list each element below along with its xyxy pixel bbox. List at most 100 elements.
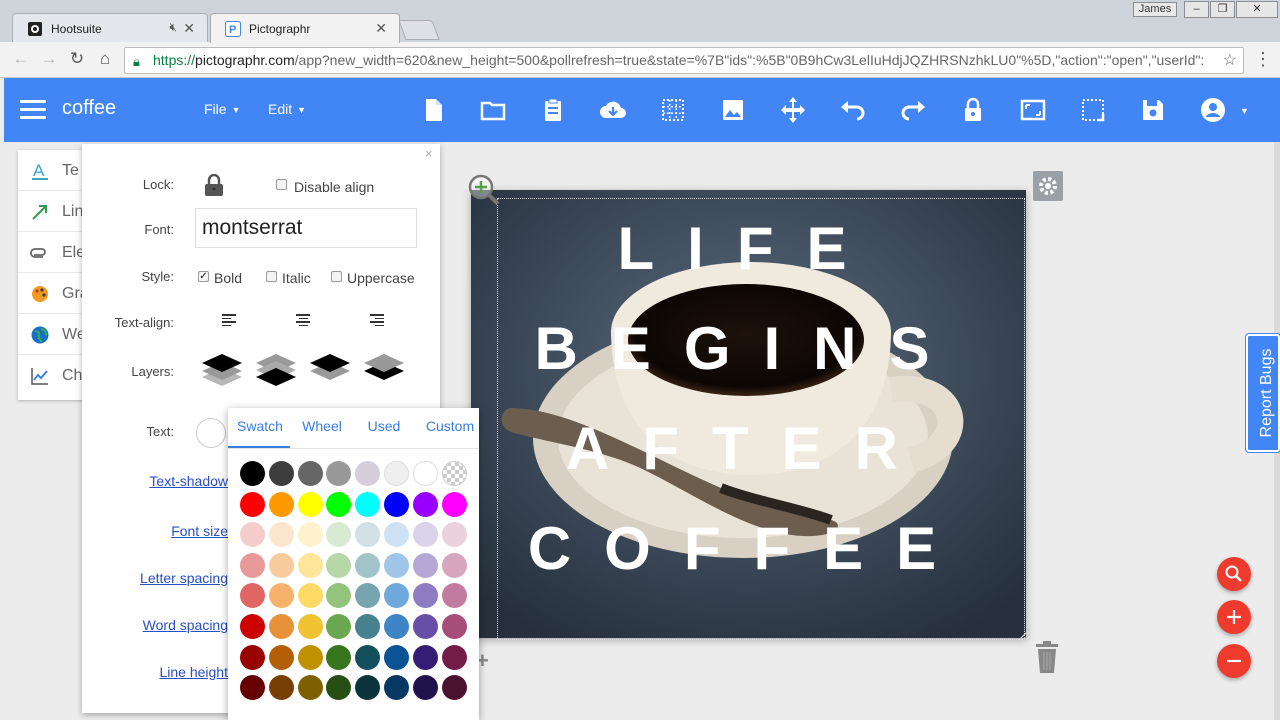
color-swatch[interactable] [326, 491, 352, 517]
disable-align-checkbox[interactable] [276, 179, 287, 190]
word-spacing-link[interactable]: Word spacing [143, 617, 228, 633]
tab-used[interactable]: Used [360, 418, 408, 434]
minimize-button[interactable]: ‒ [1184, 1, 1209, 18]
color-swatch[interactable] [268, 491, 294, 517]
color-swatch[interactable] [355, 583, 381, 609]
canvas-text-line[interactable]: COFFEE [471, 514, 1026, 583]
color-swatch[interactable] [297, 675, 323, 701]
lock-icon[interactable] [957, 94, 989, 126]
document-title[interactable]: coffee [62, 97, 116, 120]
window-close-button[interactable]: ✕ [1236, 1, 1278, 18]
account-caret-icon[interactable]: ▼ [1240, 106, 1249, 116]
color-swatch[interactable] [240, 522, 265, 548]
tab-hootsuite[interactable]: Hootsuite 🔇︎ ✕ [12, 13, 208, 43]
forward-icon[interactable]: → [38, 48, 60, 70]
color-swatch[interactable] [326, 552, 352, 578]
gear-icon[interactable] [1033, 171, 1063, 201]
zoom-search-button[interactable] [1217, 557, 1251, 591]
move-icon[interactable] [777, 94, 809, 126]
color-swatch[interactable] [384, 461, 409, 486]
color-swatch[interactable] [384, 614, 409, 639]
open-folder-icon[interactable] [477, 94, 509, 126]
bring-to-front-icon[interactable] [200, 352, 244, 392]
color-swatch[interactable] [240, 675, 265, 701]
color-swatch[interactable] [355, 491, 381, 517]
color-swatch[interactable] [297, 552, 323, 578]
color-swatch[interactable] [441, 675, 467, 701]
canvas-text-line[interactable]: LIFE [471, 214, 1026, 283]
clipboard-icon[interactable] [537, 94, 569, 126]
cloud-download-icon[interactable] [597, 94, 629, 126]
send-to-back-icon[interactable] [362, 352, 406, 392]
hamburger-menu-icon[interactable] [20, 100, 46, 120]
color-swatch[interactable] [355, 644, 381, 670]
home-icon[interactable]: ⌂ [94, 48, 116, 70]
color-swatch[interactable] [268, 614, 294, 639]
tab-close-icon[interactable]: ✕ [375, 20, 387, 37]
zoom-in-button[interactable] [1217, 600, 1251, 634]
color-swatch[interactable] [268, 644, 294, 670]
color-swatch[interactable] [384, 491, 409, 517]
tab-wheel[interactable]: Wheel [298, 418, 346, 434]
text-shadow-link[interactable]: Text-shadow [149, 473, 228, 489]
color-swatch[interactable] [412, 675, 438, 701]
color-swatch[interactable] [240, 583, 265, 609]
font-size-link[interactable]: Font size [171, 523, 228, 539]
color-swatch[interactable] [412, 491, 438, 517]
color-swatch[interactable] [326, 675, 352, 701]
color-swatch[interactable] [297, 522, 323, 548]
align-right-icon[interactable] [370, 314, 384, 326]
color-swatch[interactable] [268, 675, 294, 701]
send-backward-icon[interactable] [308, 352, 352, 392]
color-swatch[interactable] [240, 461, 265, 486]
canvas-text-line[interactable]: BEGINS [471, 314, 1026, 383]
color-swatch[interactable] [297, 644, 323, 670]
canvas-text-line[interactable]: AFTER [471, 414, 1026, 483]
color-swatch[interactable] [412, 552, 438, 578]
image-icon[interactable] [717, 94, 749, 126]
tab-custom[interactable]: Custom [422, 418, 478, 434]
browser-menu-icon[interactable]: ⋮ [1254, 50, 1272, 68]
color-swatch[interactable] [297, 491, 323, 517]
color-swatch[interactable] [412, 644, 438, 670]
maximize-button[interactable]: ❐ [1210, 1, 1235, 18]
color-swatch[interactable] [412, 583, 438, 609]
color-swatch[interactable] [268, 552, 294, 578]
italic-checkbox[interactable] [266, 271, 277, 282]
trash-icon[interactable] [1034, 640, 1060, 674]
letter-spacing-link[interactable]: Letter spacing [140, 570, 228, 586]
color-swatch[interactable] [326, 644, 352, 670]
save-icon[interactable] [1137, 94, 1169, 126]
color-swatch[interactable] [297, 461, 323, 486]
resize-handle-icon[interactable] [1017, 627, 1031, 641]
color-swatch[interactable] [297, 614, 323, 639]
color-swatch[interactable] [297, 583, 323, 609]
bold-checkbox[interactable]: ✓ [198, 271, 209, 282]
color-swatch[interactable] [268, 522, 294, 548]
color-swatch[interactable] [326, 461, 352, 486]
color-swatch[interactable] [326, 583, 352, 609]
redo-icon[interactable] [897, 94, 929, 126]
back-icon[interactable]: ← [10, 48, 32, 70]
zoom-in-lens-icon[interactable] [466, 172, 502, 208]
color-swatch[interactable] [441, 491, 467, 517]
color-swatch[interactable] [355, 522, 381, 548]
undo-icon[interactable] [837, 94, 869, 126]
fit-screen-icon[interactable] [1017, 94, 1049, 126]
color-swatch[interactable] [441, 614, 467, 639]
reload-icon[interactable]: ↻ [66, 48, 88, 70]
address-bar[interactable]: 🔒︎ https://pictographr.com/app?new_width… [124, 47, 1244, 74]
edit-menu[interactable]: Edit ▼ [268, 101, 306, 117]
bring-forward-icon[interactable] [254, 352, 298, 392]
color-swatch[interactable] [412, 614, 438, 639]
tab-pictographr[interactable]: P Pictographr ✕ [210, 13, 400, 43]
profile-button[interactable]: James [1133, 2, 1177, 17]
grid-icon[interactable] [657, 94, 689, 126]
color-swatch[interactable] [355, 461, 381, 486]
color-swatch[interactable] [384, 552, 409, 578]
line-height-link[interactable]: Line height [159, 664, 228, 680]
color-swatch[interactable] [326, 614, 352, 639]
zoom-out-button[interactable] [1217, 644, 1251, 678]
align-center-icon[interactable] [296, 314, 310, 326]
color-swatch[interactable] [355, 675, 381, 701]
